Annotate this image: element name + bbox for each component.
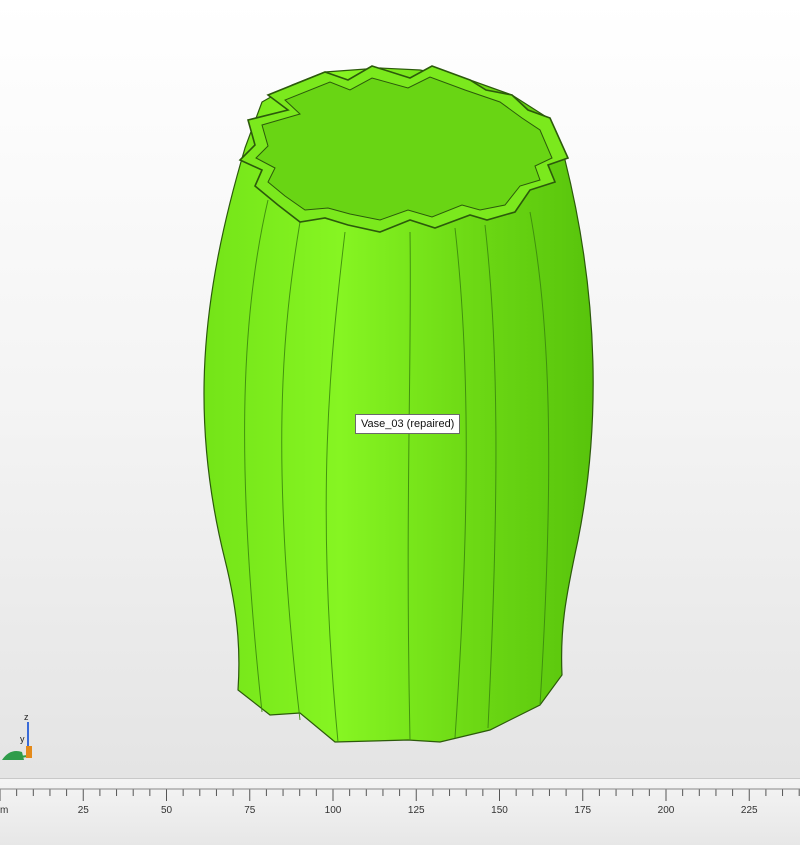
3d-viewport[interactable]: Vase_03 (repaired) z y — [0, 0, 800, 778]
axis-indicator: z y — [0, 708, 40, 768]
ruler-ticks — [0, 788, 800, 801]
ruler-tick-label: 50 — [160, 805, 173, 816]
ruler-tick-label: 150 — [491, 805, 508, 816]
ruler-tick-label: 200 — [657, 805, 675, 816]
measurement-ruler: m 25 50 75 100 125 150 175 200 225 — [0, 778, 800, 845]
ruler-tick-label: 175 — [574, 805, 592, 816]
ruler-unit-label: m — [0, 805, 9, 816]
y-axis-label: y — [20, 734, 25, 744]
z-axis-label: z — [24, 712, 29, 722]
ruler-tick-label: 125 — [407, 805, 425, 816]
object-name-label: Vase_03 (repaired) — [355, 414, 461, 434]
vase-model[interactable] — [0, 0, 800, 778]
ruler-tick-label: 100 — [324, 805, 342, 816]
ruler-tick-label: 25 — [77, 805, 89, 816]
ruler-tick-label: 225 — [740, 805, 758, 816]
ruler-tick-label: 75 — [244, 805, 256, 816]
